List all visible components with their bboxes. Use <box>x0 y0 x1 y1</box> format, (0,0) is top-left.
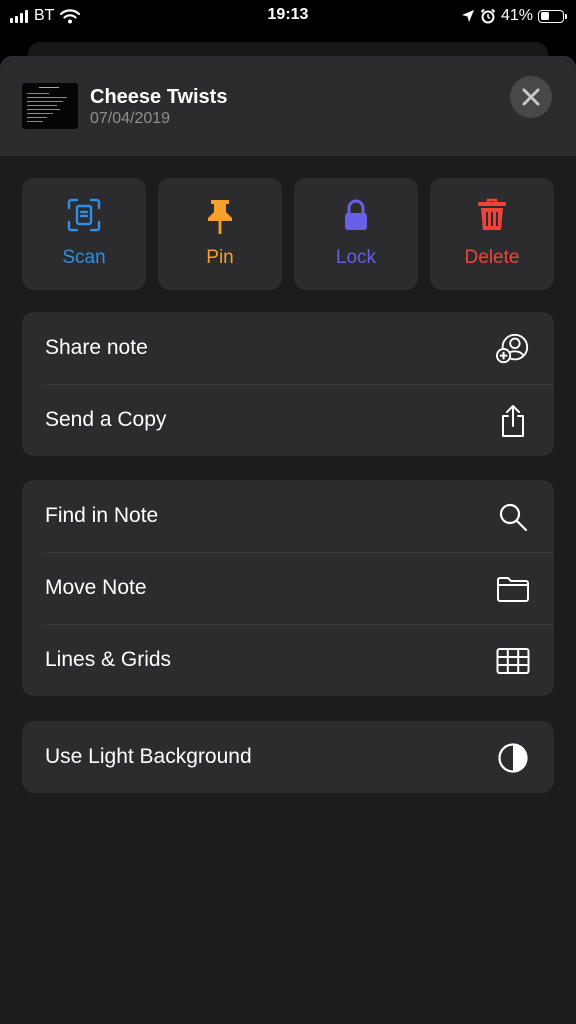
delete-label: Delete <box>464 247 520 268</box>
note-title: Cheese Twists <box>90 86 228 108</box>
status-right: 41% <box>461 7 567 25</box>
quick-actions: Scan Pin Lock Delete <box>22 178 554 290</box>
alarm-icon <box>480 8 496 24</box>
menu-item-label: Share note <box>45 336 148 359</box>
share-icon <box>502 405 524 437</box>
menu-item-light-background[interactable]: Use Light Background <box>22 721 554 793</box>
menu-item-label: Move Note <box>45 576 147 599</box>
pin-label: Pin <box>206 247 234 268</box>
note-tools-group: Find in Note Move Note Lines & Grids <box>22 480 554 696</box>
close-button[interactable] <box>510 76 552 118</box>
battery-icon <box>538 9 567 23</box>
menu-item-move-note[interactable]: Move Note <box>22 552 554 624</box>
note-header: Cheese Twists 07/04/2019 <box>0 56 576 156</box>
delete-button[interactable]: Delete <box>430 178 554 290</box>
lock-button[interactable]: Lock <box>294 178 418 290</box>
scan-document-icon <box>67 198 101 232</box>
status-bar: BT 19:13 41% <box>0 0 576 32</box>
pin-button[interactable]: Pin <box>158 178 282 290</box>
share-group: Share note Send a Copy <box>22 312 554 456</box>
scan-button[interactable]: Scan <box>22 178 146 290</box>
menu-item-share-note[interactable]: Share note <box>22 312 554 384</box>
appearance-group: Use Light Background <box>22 721 554 793</box>
menu-item-label: Lines & Grids <box>45 648 172 671</box>
contrast-icon <box>498 743 528 773</box>
note-options-sheet: Cheese Twists 07/04/2019 Scan Pin Lock D… <box>0 56 576 1024</box>
menu-item-label: Send a Copy <box>45 408 167 431</box>
share-note-icon <box>496 333 529 364</box>
grid-icon <box>496 648 530 674</box>
lock-icon <box>345 199 367 230</box>
location-arrow-icon <box>461 10 474 22</box>
menu-item-find-in-note[interactable]: Find in Note <box>22 480 554 552</box>
folder-icon <box>497 577 529 602</box>
menu-item-send-copy[interactable]: Send a Copy <box>22 384 554 456</box>
menu-item-label: Use Light Background <box>45 745 252 768</box>
magnifying-glass-icon <box>499 503 528 532</box>
menu-item-label: Find in Note <box>45 504 159 527</box>
battery-percent: 41% <box>500 7 533 24</box>
trash-icon <box>478 198 506 230</box>
menu-item-lines-grids[interactable]: Lines & Grids <box>22 624 554 696</box>
pin-icon <box>208 200 232 234</box>
scan-label: Scan <box>62 247 106 268</box>
lock-label: Lock <box>335 247 377 268</box>
note-thumbnail <box>22 83 78 129</box>
note-date: 07/04/2019 <box>90 110 171 127</box>
close-icon <box>522 88 540 106</box>
